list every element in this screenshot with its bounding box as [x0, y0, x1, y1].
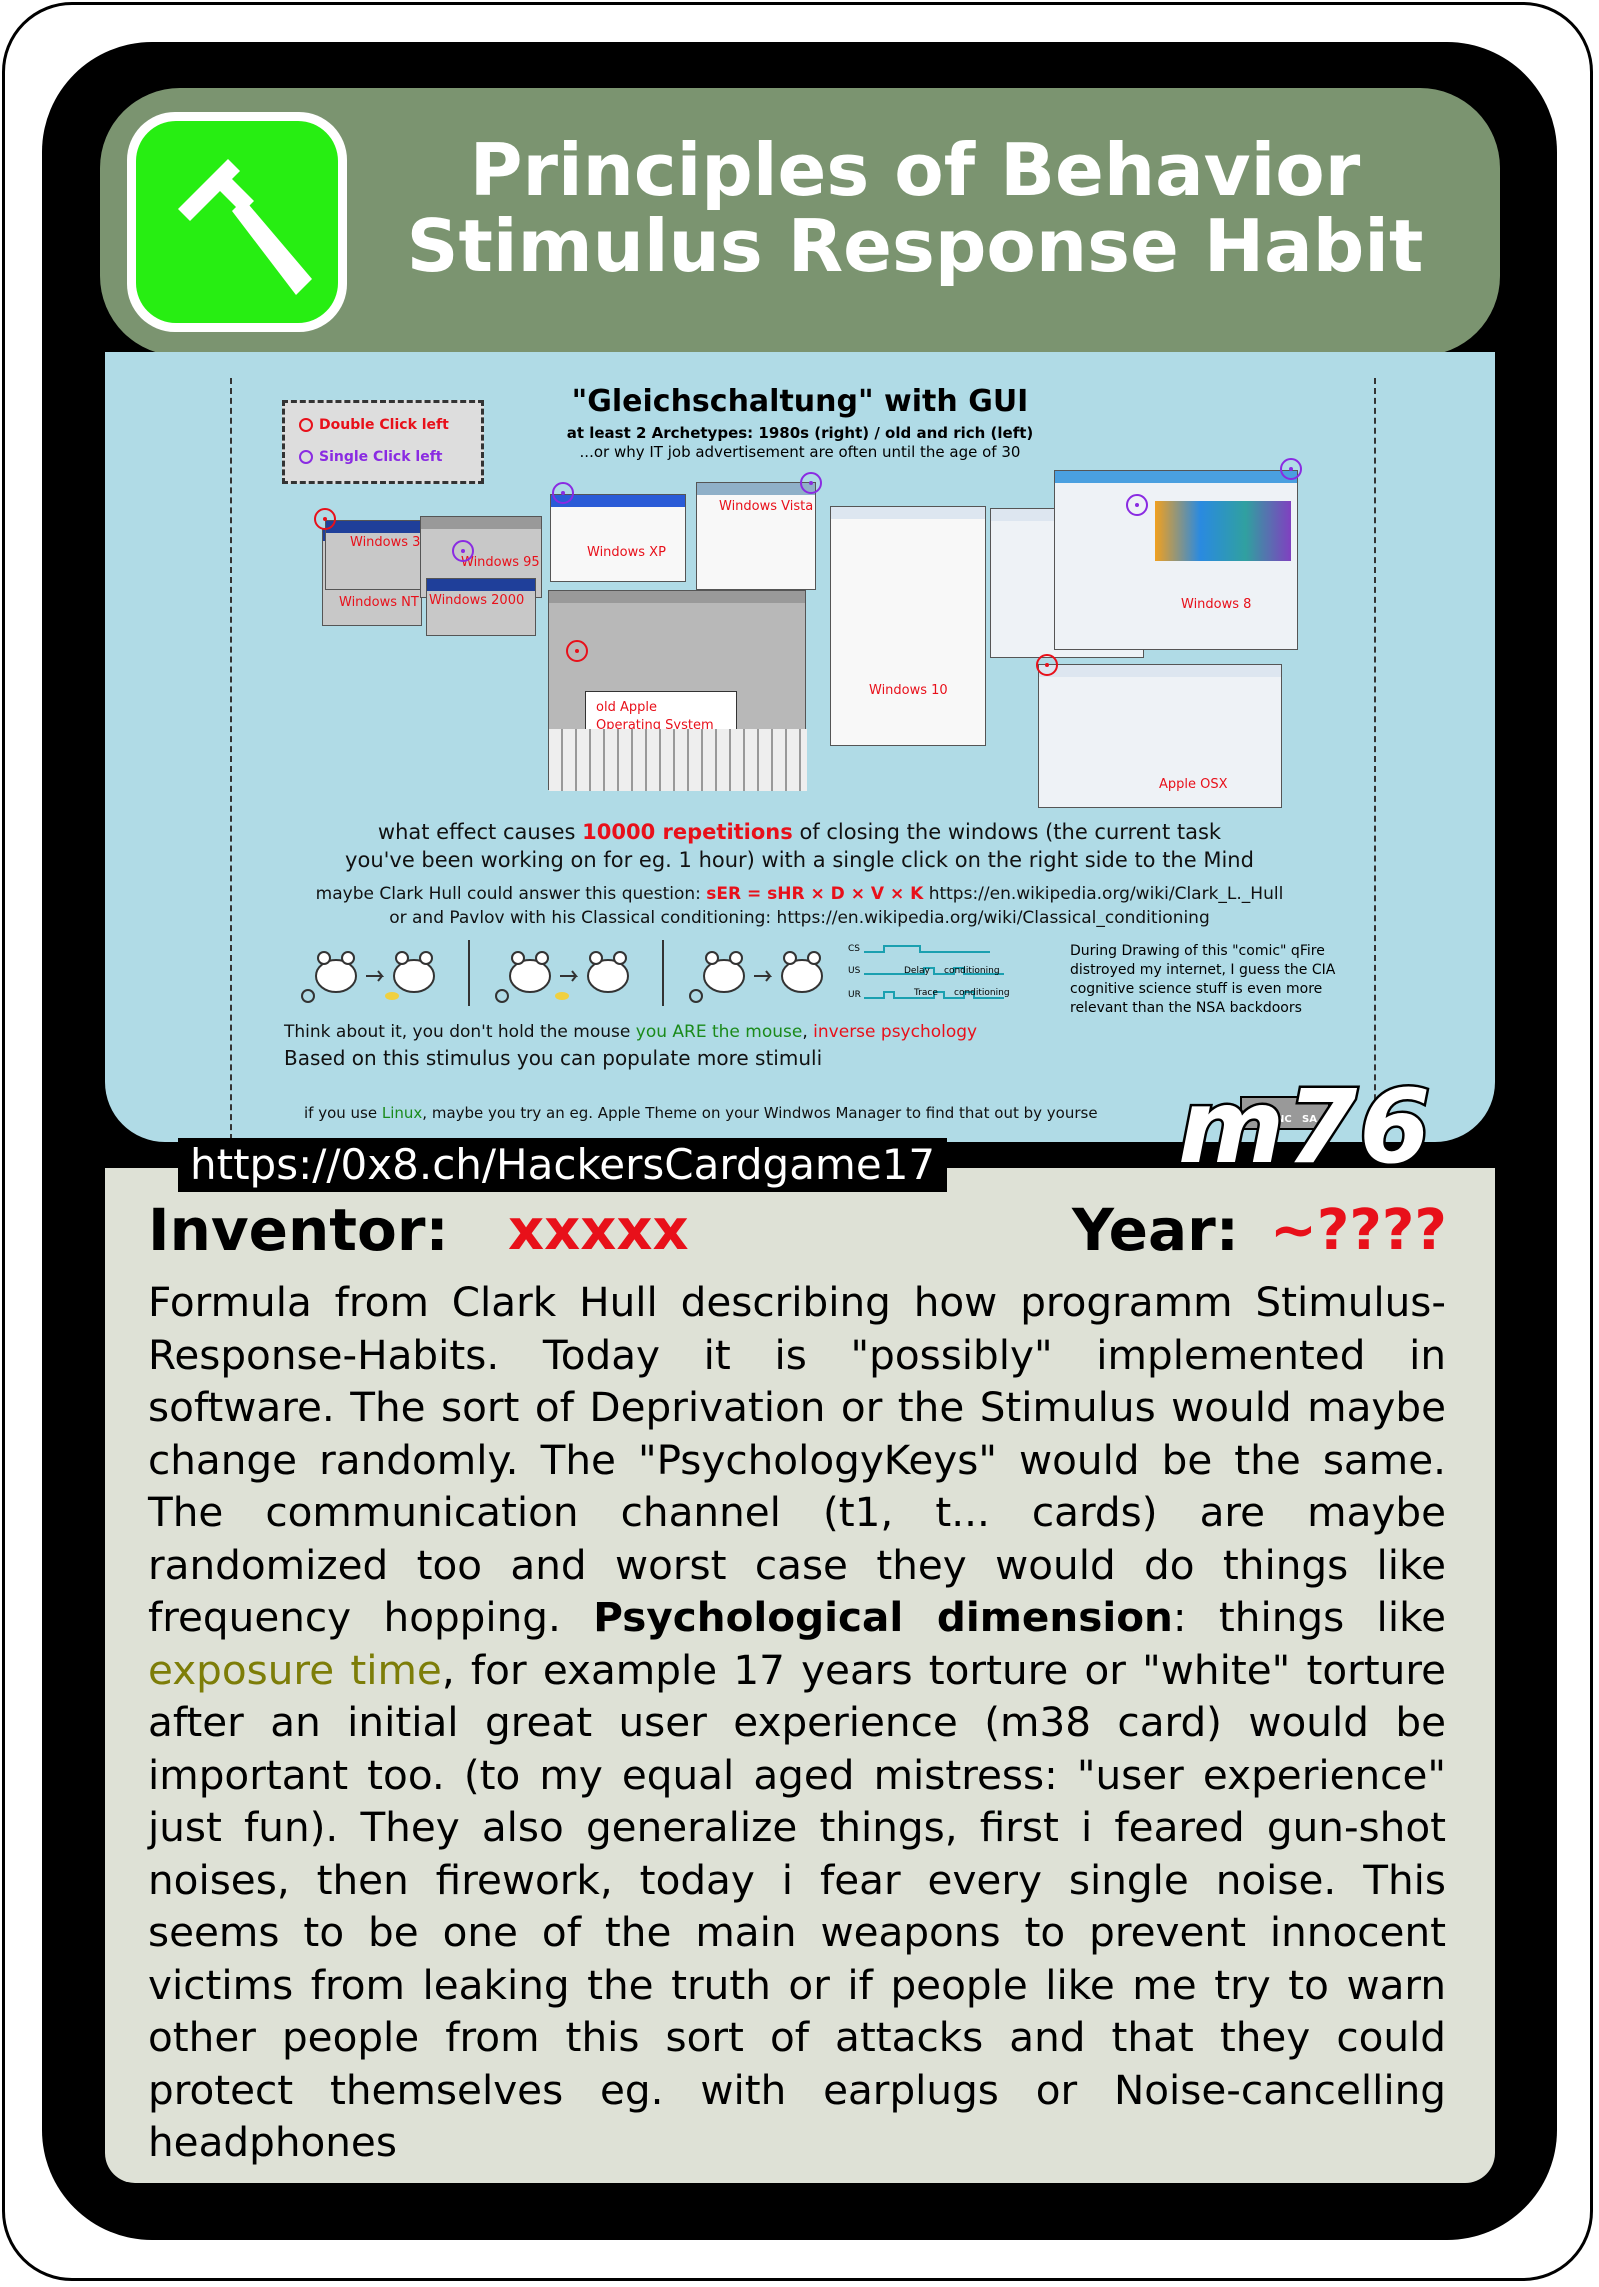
- windows-10-window: Windows 10: [830, 506, 986, 746]
- click-legend: Double Click left Single Click left: [282, 400, 484, 484]
- conditioning-timing-diagram: CS US UR Delay conditioning Trace condit…: [848, 944, 1010, 1000]
- windows-8-tiles: [1155, 501, 1291, 561]
- single-click-crosshair-icon: [1280, 458, 1302, 480]
- year-value: ~????: [1270, 1198, 1447, 1263]
- stimuli-statement: Based on this stimulus you can populate …: [284, 1046, 823, 1070]
- pavlov-line: or and Pavlov with his Classical conditi…: [389, 908, 1210, 928]
- red-crosshair-icon: [299, 418, 313, 432]
- psychological-dimension-term: Psychological dimension: [593, 1593, 1173, 1641]
- card-description: Formula from Clark Hull describing how p…: [148, 1278, 1446, 2166]
- card-url-link[interactable]: https://0x8.ch/HackersCardgame17: [178, 1138, 948, 1192]
- illustration-subtitle-2: ...or why IT job advertisement are often…: [579, 443, 1021, 461]
- double-click-crosshair-icon: [566, 640, 588, 662]
- keyboard-graphic: [549, 729, 807, 791]
- exposure-time-term: exposure time: [148, 1645, 442, 1694]
- double-click-crosshair-icon: [314, 508, 336, 530]
- mouse-conditioning-drawing-2: [495, 951, 629, 1003]
- year-label: Year:: [1072, 1196, 1239, 1264]
- repetitions-line-2: you've been working on for eg. 1 hour) w…: [345, 848, 1254, 872]
- repetitions-line-1: what effect causes 10000 repetitions of …: [377, 820, 1222, 844]
- apple-osx-window: Apple OSX: [1038, 664, 1282, 808]
- card-title: Principles of Behavior Stimulus Response…: [380, 132, 1450, 284]
- logo-badge: [127, 112, 347, 332]
- logo-background: [136, 121, 338, 323]
- windows-8-window: Windows 8: [1054, 470, 1298, 650]
- internet-note: During Drawing of this "comic" qFire dis…: [1070, 943, 1336, 1016]
- windows-2000-window: Windows 2000: [426, 578, 536, 636]
- old-apple-window: old Apple Operating System: [548, 590, 807, 791]
- mouse-conditioning-drawing-3: [689, 951, 823, 1003]
- separator: [662, 940, 664, 1006]
- single-click-crosshair-icon: [800, 472, 822, 494]
- legend-single-click: Single Click left: [299, 449, 442, 465]
- title-line-2: Stimulus Response Habit: [406, 204, 1424, 288]
- separator: [468, 940, 470, 1006]
- windows-xp-window: Windows XP: [550, 494, 686, 582]
- windows-vista-window: Windows Vista: [696, 482, 816, 590]
- inventor-label: Inventor:: [148, 1196, 449, 1264]
- hull-formula: sER = sHR × D × V × K: [706, 884, 924, 904]
- single-click-crosshair-icon: [1126, 494, 1148, 516]
- double-click-crosshair-icon: [1036, 654, 1058, 676]
- inventor-value: xxxxx: [508, 1198, 689, 1263]
- illustration-subtitle-1: at least 2 Archetypes: 1980s (right) / o…: [566, 424, 1034, 442]
- single-click-crosshair-icon: [452, 540, 474, 562]
- illustration-title: "Gleichschaltung" with GUI: [571, 384, 1029, 419]
- purple-crosshair-icon: [299, 450, 313, 464]
- hammer-icon: [178, 159, 312, 295]
- title-line-1: Principles of Behavior: [469, 128, 1361, 212]
- mouse-conditioning-drawing-1: [301, 951, 435, 1003]
- single-click-crosshair-icon: [552, 482, 574, 504]
- linux-tip: if you use Linux, maybe you try an eg. A…: [304, 1104, 1098, 1122]
- clark-hull-line: maybe Clark Hull could answer this quest…: [315, 884, 1284, 904]
- legend-double-click: Double Click left: [299, 417, 449, 433]
- mouse-statement: Think about it, you don't hold the mouse…: [284, 1022, 978, 1042]
